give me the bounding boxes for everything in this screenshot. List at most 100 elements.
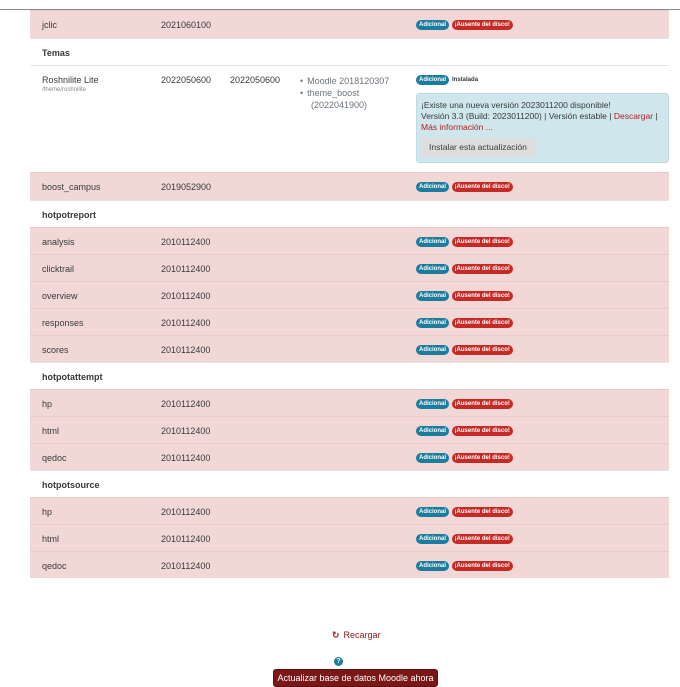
plugin-version: 2021060100 — [161, 20, 212, 30]
missing-badge: ¡Ausente del disco! — [451, 182, 513, 192]
status-badges: Adicional ¡Ausente del disco! — [416, 559, 513, 571]
separator: | — [655, 111, 658, 121]
missing-badge: ¡Ausente del disco! — [451, 561, 513, 571]
table-row: Roshnilite Lite /theme/roshnilite 202205… — [30, 65, 669, 172]
plugin-version: 2010112400 — [161, 237, 211, 247]
dependency-version: (2022041900) — [311, 100, 368, 110]
plugin-name: hp — [42, 507, 53, 517]
update-message: ¡Existe una nueva versión 2023011200 dis… — [421, 100, 611, 110]
status-badges: Adicional ¡Ausente del disco! — [416, 180, 513, 192]
status-badges: Adicional ¡Ausente del disco! — [416, 532, 513, 544]
missing-badge: ¡Ausente del disco! — [451, 534, 513, 544]
table-row: boost_campus 2019052900 Adicional ¡Ausen… — [30, 172, 669, 200]
additional-badge: Adicional — [416, 561, 450, 571]
table-row: scores 2010112400 Adicional ¡Ausente del… — [30, 335, 669, 362]
status-badges: Adicional ¡Ausente del disco! — [416, 262, 513, 274]
additional-badge: Adicional — [416, 75, 450, 85]
plugin-version: 2010112400 — [161, 507, 211, 517]
dependency-item: Moodle 2018120307 — [300, 75, 389, 87]
group-header: hotpotreport — [30, 200, 669, 227]
plugin-version: 2010112400 — [161, 453, 211, 463]
group-header: hotpotsource — [30, 470, 669, 497]
plugin-name: jclic — [42, 20, 57, 30]
additional-badge: Adicional — [416, 264, 450, 274]
plugin-version: 2010112400 — [161, 399, 211, 409]
additional-badge: Adicional — [416, 237, 450, 247]
table-row: html 2010112400 Adicional ¡Ausente del d… — [30, 524, 669, 551]
missing-badge: ¡Ausente del disco! — [451, 291, 513, 301]
table-row: html 2010112400 Adicional ¡Ausente del d… — [30, 416, 669, 443]
plugin-name: html — [42, 534, 60, 544]
reload-label: Recargar — [343, 630, 381, 640]
plugins-table: jclic 2021060100 Adicional ¡Ausente del … — [30, 10, 669, 578]
plugin-version-disk: 2022050600 — [230, 75, 281, 85]
missing-badge: ¡Ausente del disco! — [451, 345, 513, 355]
additional-badge: Adicional — [416, 399, 450, 409]
plugin-name: analysis — [42, 237, 75, 247]
installed-label: Instalada — [452, 77, 479, 83]
table-row: overview 2010112400 Adicional ¡Ausente d… — [30, 281, 669, 308]
plugin-version: 2019052900 — [161, 182, 212, 192]
additional-badge: Adicional — [416, 507, 450, 517]
dependency-item: theme_boost — [300, 87, 389, 99]
additional-badge: Adicional — [416, 182, 450, 192]
update-version-info: Versión 3.3 (Build: 2023011200) | Versió… — [421, 111, 612, 121]
table-row: qedoc 2010112400 Adicional ¡Ausente del … — [30, 443, 669, 470]
status-badges: Adicional Instalada — [416, 73, 478, 85]
plugin-name: overview — [42, 291, 78, 301]
plugin-version: 2022050600 — [161, 75, 212, 85]
plugin-path: /theme/roshnilite — [42, 87, 87, 93]
table-row: jclic 2021060100 Adicional ¡Ausente del … — [30, 10, 669, 38]
update-database-button[interactable]: Actualizar base de datos Moodle ahora — [273, 669, 438, 687]
update-available-box: ¡Existe una nueva versión 2023011200 dis… — [416, 93, 669, 163]
plugin-name: clicktrail — [42, 264, 75, 274]
status-badges: Adicional ¡Ausente del disco! — [416, 316, 513, 328]
plugin-version: 2010112400 — [161, 318, 211, 328]
missing-badge: ¡Ausente del disco! — [451, 237, 513, 247]
table-row: analysis 2010112400 Adicional ¡Ausente d… — [30, 227, 669, 254]
plugin-version: 2010112400 — [161, 291, 211, 301]
additional-badge: Adicional — [416, 426, 450, 436]
plugin-name: boost_campus — [42, 182, 101, 192]
plugin-name: scores — [42, 345, 69, 355]
reload-link[interactable]: ↻ Recargar — [332, 630, 381, 641]
more-info-link[interactable]: Más información ... — [421, 122, 493, 132]
additional-badge: Adicional — [416, 20, 450, 30]
missing-badge: ¡Ausente del disco! — [451, 399, 513, 409]
table-row: hp 2010112400 Adicional ¡Ausente del dis… — [30, 389, 669, 416]
status-badges: Adicional ¡Ausente del disco! — [416, 235, 513, 247]
plugin-name: hp — [42, 399, 53, 409]
missing-badge: ¡Ausente del disco! — [451, 453, 513, 463]
table-row: responses 2010112400 Adicional ¡Ausente … — [30, 308, 669, 335]
status-badges: Adicional ¡Ausente del disco! — [416, 505, 513, 517]
missing-badge: ¡Ausente del disco! — [451, 318, 513, 328]
status-badges: Adicional ¡Ausente del disco! — [416, 397, 513, 409]
group-title: hotpotreport — [42, 210, 96, 220]
additional-badge: Adicional — [416, 345, 450, 355]
table-row: clicktrail 2010112400 Adicional ¡Ausente… — [30, 254, 669, 281]
refresh-icon: ↻ — [332, 630, 340, 640]
plugin-name: qedoc — [42, 453, 67, 463]
status-badges: Adicional ¡Ausente del disco! — [416, 289, 513, 301]
status-badges: Adicional ¡Ausente del disco! — [416, 343, 513, 355]
missing-badge: ¡Ausente del disco! — [451, 264, 513, 274]
group-header: hotpotattempt — [30, 362, 669, 389]
additional-badge: Adicional — [416, 453, 450, 463]
group-title: hotpotattempt — [42, 372, 103, 382]
plugin-version: 2010112400 — [161, 561, 211, 571]
plugin-name: Roshnilite Lite — [42, 75, 99, 85]
table-row: hp 2010112400 Adicional ¡Ausente del dis… — [30, 497, 669, 524]
plugin-version: 2010112400 — [161, 534, 211, 544]
missing-badge: ¡Ausente del disco! — [451, 426, 513, 436]
table-row: qedoc 2010112400 Adicional ¡Ausente del … — [30, 551, 669, 578]
additional-badge: Adicional — [416, 291, 450, 301]
status-badges: Adicional ¡Ausente del disco! — [416, 451, 513, 463]
install-update-button[interactable]: Instalar esta actualización — [421, 138, 535, 157]
question-icon[interactable]: ? — [334, 657, 343, 666]
plugin-name: responses — [42, 318, 84, 328]
plugin-name: qedoc — [42, 561, 67, 571]
additional-badge: Adicional — [416, 534, 450, 544]
download-link[interactable]: Descargar — [614, 111, 653, 121]
missing-badge: ¡Ausente del disco! — [451, 507, 513, 517]
group-title: hotpotsource — [42, 480, 100, 490]
